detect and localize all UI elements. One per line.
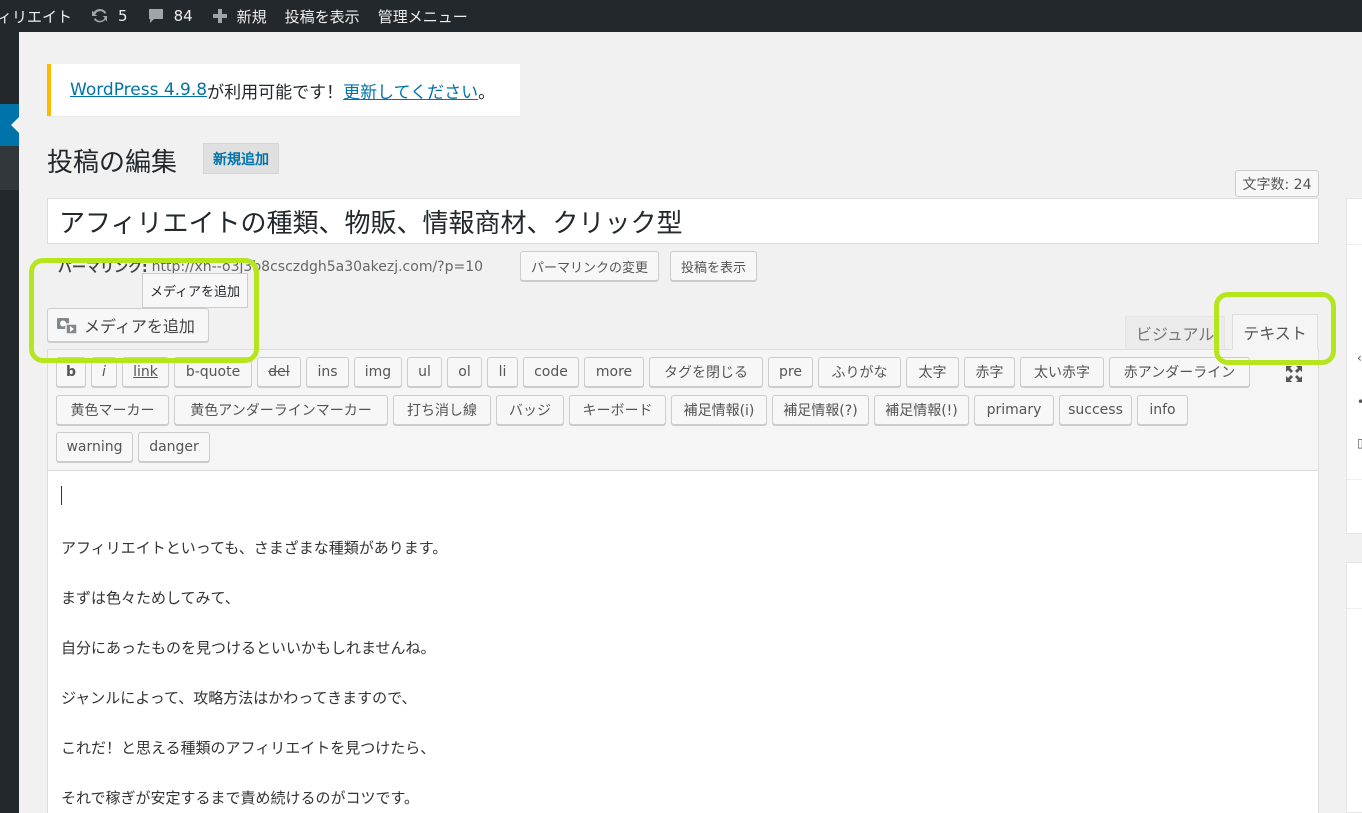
pin-icon: • — [1357, 395, 1362, 409]
refresh-icon — [90, 6, 110, 26]
qt-pre-button[interactable]: pre — [768, 357, 813, 387]
qt-ul-button[interactable]: ul — [407, 357, 442, 387]
qt-success-button[interactable]: success — [1059, 395, 1132, 425]
notice-text: が利用可能です！ — [207, 82, 344, 103]
sidebar-item-next[interactable] — [0, 146, 19, 190]
format-box — [1346, 562, 1362, 813]
update-now-link[interactable]: 更新してください — [343, 78, 478, 103]
comments-link[interactable]: 84 — [137, 0, 202, 32]
add-new-button[interactable]: 新規追加 — [203, 143, 279, 174]
fullscreen-icon[interactable] — [1284, 364, 1304, 384]
qt-primary-button[interactable]: primary — [974, 395, 1054, 425]
view-post-button[interactable]: 投稿を表示 — [670, 251, 758, 281]
qt-info-question-button[interactable]: 補足情報(?) — [772, 395, 869, 425]
qt-furigana-button[interactable]: ふりがな — [818, 357, 901, 387]
post-content-textarea[interactable]: アフィリエイトといっても、さまざまな種類があります。 まずは色々ためしてみて、 … — [47, 471, 1319, 813]
qt-bold-jp-button[interactable]: 太字 — [906, 357, 959, 387]
view-post-label: 投稿を表示 — [284, 7, 360, 26]
plus-icon — [211, 7, 229, 25]
qt-del-button[interactable]: del — [257, 357, 301, 387]
qt-bold-red-button[interactable]: 太い赤字 — [1020, 357, 1104, 387]
qt-badge-button[interactable]: バッジ — [496, 395, 564, 425]
admin-sidebar — [0, 32, 19, 813]
qt-img-button[interactable]: img — [354, 357, 402, 387]
add-media-label: メディアを追加 — [84, 317, 195, 336]
qt-danger-button[interactable]: danger — [138, 432, 210, 462]
admin-menu-label: 管理メニュー — [377, 7, 468, 26]
qt-close-tags-button[interactable]: タグを閉じる — [649, 357, 763, 387]
add-media-button[interactable]: メディアを追加 — [47, 308, 209, 342]
qt-red-text-button[interactable]: 赤字 — [964, 357, 1015, 387]
comment-icon — [146, 6, 166, 26]
word-count-badge: 文字数: 24 — [1235, 170, 1319, 197]
qt-red-underline-button[interactable]: 赤アンダーライン — [1109, 357, 1250, 387]
qt-more-button[interactable]: more — [584, 357, 644, 387]
eye-icon: ‹ — [1357, 351, 1362, 365]
qt-bquote-button[interactable]: b-quote — [174, 357, 252, 387]
qt-yellow-marker-button[interactable]: 黄色マーカー — [56, 395, 169, 425]
content-line: アフィリエイトといっても、さまざまな種類があります。 — [61, 539, 448, 557]
qt-link-button[interactable]: link — [122, 357, 169, 387]
notice-end: 。 — [478, 82, 496, 103]
qt-ol-button[interactable]: ol — [447, 357, 482, 387]
updates-count: 5 — [118, 7, 128, 25]
change-permalink-button[interactable]: パーマリンクの変更 — [520, 251, 660, 281]
qt-code-button[interactable]: code — [523, 357, 579, 387]
qt-italic-button[interactable]: i — [91, 357, 117, 387]
qt-li-button[interactable]: li — [487, 357, 518, 387]
add-media-tooltip: メディアを追加 — [142, 273, 248, 308]
tab-visual[interactable]: ビジュアル — [1125, 316, 1226, 349]
new-label: 新規 — [236, 7, 267, 26]
qt-bold-button[interactable]: b — [56, 357, 86, 387]
updates-link[interactable]: 5 — [81, 0, 137, 32]
comments-count: 84 — [173, 7, 193, 25]
page-title: 投稿の編集 — [47, 148, 178, 178]
wordpress-version-link[interactable]: WordPress 4.9.8 — [70, 80, 207, 100]
content-line: これだ！と思える種類のアフィリエイトを見つけたら、 — [61, 739, 436, 757]
content-line: それで稼ぎが安定するまで責め続けるのがコツです。 — [61, 789, 420, 807]
site-name: ィリエイト — [0, 7, 73, 26]
qt-strikethrough-button[interactable]: 打ち消し線 — [393, 395, 491, 425]
qt-warning-button[interactable]: warning — [56, 432, 133, 462]
qt-yellow-underline-marker-button[interactable]: 黄色アンダーラインマーカー — [174, 395, 388, 425]
admin-bar: ィリエイト 5 84 新規 投稿を表示 管理メニュー — [0, 0, 1362, 32]
sidebar-item-posts[interactable] — [0, 104, 19, 146]
tab-text[interactable]: テキスト — [1232, 314, 1318, 350]
text-caret — [61, 486, 62, 505]
qt-info-exclaim-button[interactable]: 補足情報(!) — [874, 395, 969, 425]
content-line: 自分にあったものを見つけるといいかもしれませんね。 — [61, 639, 436, 657]
publish-box: ‹ • ▯ — [1346, 198, 1362, 534]
content-line: ジャンルによって、攻略方法はかわってきますので、 — [61, 689, 417, 707]
content-line: まずは色々ためしてみて、 — [61, 589, 240, 607]
new-content-link[interactable]: 新規 — [202, 0, 276, 32]
admin-menu-link[interactable]: 管理メニュー — [369, 0, 477, 32]
media-icon — [56, 315, 78, 335]
qt-keyboard-button[interactable]: キーボード — [569, 395, 666, 425]
update-notice: WordPress 4.9.8 が利用可能です！ 更新してください 。 — [47, 64, 520, 116]
permalink-row: パーマリンク: http://xn--o3j3b8csczdgh5a30akez… — [58, 254, 483, 280]
post-title-input[interactable]: アフィリエイトの種類、物販、情報商材、クリック型 — [47, 198, 1319, 244]
site-name-link[interactable]: ィリエイト — [0, 0, 81, 32]
calendar-icon: ▯ — [1357, 436, 1362, 450]
qt-info-i-button[interactable]: 補足情報(i) — [671, 395, 767, 425]
permalink-label: パーマリンク: — [58, 260, 148, 276]
qt-ins-button[interactable]: ins — [306, 357, 349, 387]
qt-info-button[interactable]: info — [1137, 395, 1188, 425]
view-post-link[interactable]: 投稿を表示 — [276, 0, 369, 32]
